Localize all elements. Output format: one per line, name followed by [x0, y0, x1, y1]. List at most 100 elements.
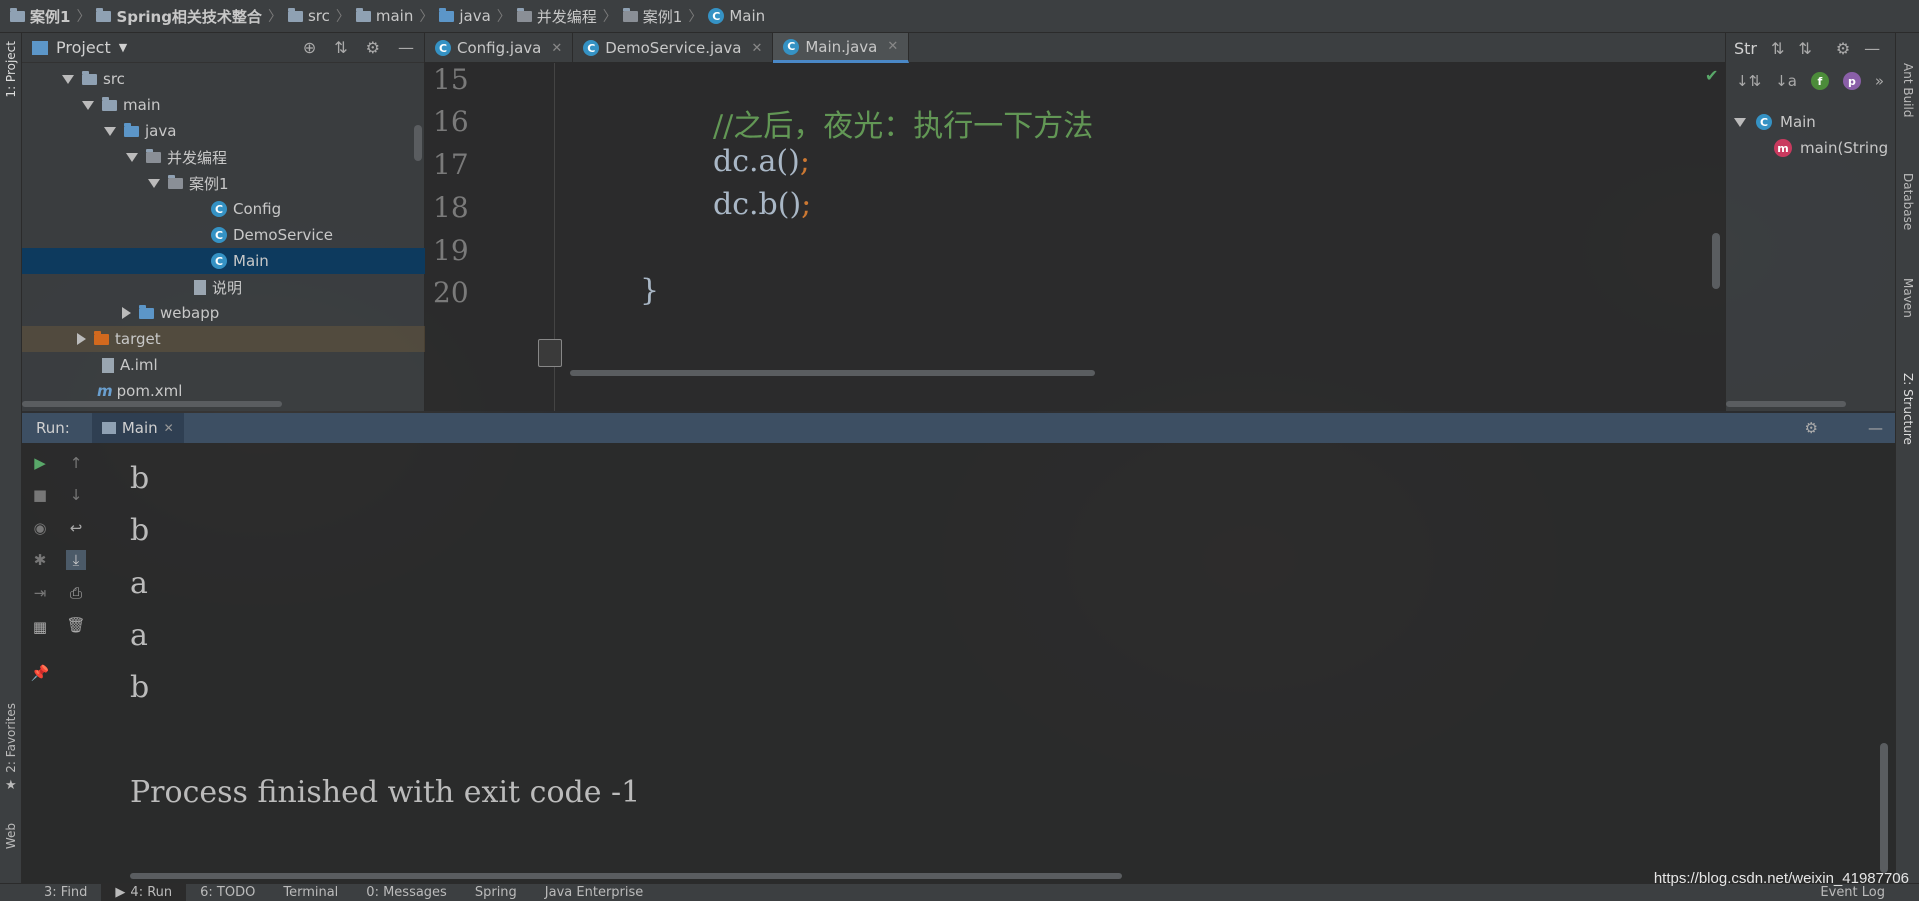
pin-icon[interactable]: 📌 — [30, 663, 50, 683]
expand-icon[interactable]: ⇅ — [1771, 39, 1784, 58]
structure-toolbar: ↓⇅ ↓a f p » — [1726, 63, 1895, 99]
tab-config-java[interactable]: C Config.java ✕ — [425, 33, 574, 63]
tree-item[interactable]: C DemoService — [22, 222, 425, 248]
tree-item-label: DemoService — [233, 226, 334, 244]
structure-item[interactable]: m main(String — [1774, 139, 1894, 157]
show-properties-icon[interactable]: p — [1842, 72, 1861, 90]
bottom-tab-label: 4: Run — [130, 885, 173, 900]
chevron-down-icon[interactable]: ▼ — [119, 41, 127, 54]
editor-tabs: C Config.java ✕ C DemoService.java ✕ C Main.j… — [425, 33, 1725, 63]
close-icon[interactable]: ✕ — [887, 39, 898, 54]
tab-project[interactable]: 1: Project — [4, 41, 18, 98]
breadcrumb-item[interactable]: 并发编程 — [516, 6, 597, 27]
tab-main-java[interactable]: C Main.java ✕ — [773, 33, 910, 63]
gear-icon[interactable]: ⚙ — [1836, 39, 1850, 58]
collapse-icon[interactable]: ⇅ — [334, 38, 347, 57]
tab-terminal[interactable]: Terminal — [269, 884, 352, 901]
structure-item[interactable]: C Main — [1734, 113, 1816, 131]
exit-icon[interactable]: ⇥ — [30, 583, 50, 603]
tree-item[interactable]: webapp — [22, 300, 425, 326]
tab-structure[interactable]: Z: Structure — [1901, 373, 1915, 445]
tab-spring[interactable]: Spring — [461, 884, 531, 901]
line-number: 20 — [433, 276, 469, 309]
folder-icon — [82, 70, 97, 85]
locate-icon[interactable]: ⊕ — [303, 38, 316, 57]
rerun-icon[interactable]: ▶ — [30, 453, 50, 473]
close-icon[interactable]: ✕ — [751, 41, 762, 56]
soft-wrap-icon[interactable]: ↩ — [66, 518, 86, 538]
sort-alpha-icon[interactable]: ↓a — [1775, 72, 1797, 90]
gear-icon[interactable]: ⚙ — [1805, 419, 1818, 437]
up-arrow-icon[interactable]: ↑ — [66, 453, 86, 473]
more-icon[interactable]: » — [1875, 72, 1884, 90]
collapse-icon[interactable]: ⇅ — [1798, 39, 1811, 58]
tab-java-enterprise[interactable]: Java Enterprise — [531, 884, 657, 901]
fold-marker[interactable] — [538, 339, 562, 367]
close-icon[interactable]: ✕ — [164, 421, 174, 435]
minimize-icon[interactable]: — — [1868, 419, 1883, 437]
tree-item[interactable]: 案例1 — [22, 170, 425, 196]
camera-icon[interactable]: ◉ — [30, 518, 50, 538]
scrollbar-vertical[interactable] — [1712, 233, 1720, 289]
scrollbar-horizontal[interactable] — [570, 370, 1095, 376]
breadcrumb-item[interactable]: main — [355, 7, 413, 25]
tree-item[interactable]: 说明 — [22, 274, 425, 300]
tab-find[interactable]: 3: Find — [30, 884, 101, 901]
tree-item-label: 案例1 — [189, 174, 229, 193]
class-icon: C — [211, 201, 227, 217]
breadcrumb-item[interactable]: src — [287, 7, 330, 25]
tree-item[interactable]: m pom.xml — [22, 378, 425, 403]
close-icon[interactable]: ✕ — [551, 41, 562, 56]
trash-icon[interactable]: 🗑 — [66, 615, 86, 635]
down-arrow-icon[interactable]: ↓ — [66, 485, 86, 505]
package-icon — [516, 7, 532, 22]
gear-icon[interactable]: ⚙ — [366, 38, 380, 57]
tree-item[interactable]: A.iml — [22, 352, 425, 378]
show-inherited-icon[interactable]: f — [1810, 72, 1829, 90]
tab-favorites[interactable]: 2: Favorites — [4, 703, 18, 773]
tree-item[interactable]: C Config — [22, 196, 425, 222]
project-panel-title[interactable]: Project — [56, 38, 111, 57]
tree-item[interactable]: src — [22, 66, 425, 92]
scrollbar-vertical[interactable] — [414, 125, 422, 161]
tab-demoservice-java[interactable]: C DemoService.java ✕ — [573, 33, 774, 63]
minimize-icon[interactable]: — — [1864, 39, 1880, 58]
debug-icon[interactable]: ✱ — [30, 550, 50, 570]
stop-icon[interactable]: ■ — [30, 485, 50, 505]
breadcrumb-item[interactable]: Spring相关技术整合 — [96, 6, 262, 27]
tab-run[interactable]: ▶ 4: Run — [101, 883, 187, 901]
tab-maven[interactable]: Maven — [1901, 278, 1915, 318]
scroll-to-end-icon[interactable]: ⤓ — [66, 550, 86, 570]
code-editor[interactable]: 15 16 17 18 19 20 //之后，夜光：执行一下方法 dc.a();… — [425, 63, 1725, 411]
breadcrumb-item[interactable]: C Main — [708, 7, 765, 25]
tab-todo[interactable]: 6: TODO — [186, 884, 269, 901]
scrollbar-vertical[interactable] — [1880, 743, 1888, 873]
breadcrumb-item[interactable]: java — [439, 7, 491, 25]
minimize-icon[interactable]: — — [398, 38, 414, 57]
tree-item[interactable]: 并发编程 — [22, 144, 425, 170]
run-tab-main[interactable]: Main ✕ — [91, 413, 184, 443]
tree-item[interactable]: target — [22, 326, 425, 352]
sort-visibility-icon[interactable]: ↓⇅ — [1736, 72, 1761, 90]
tab-database[interactable]: Database — [1901, 173, 1915, 230]
tab-web[interactable]: Web — [4, 823, 18, 849]
tree-item-label: main — [123, 96, 161, 114]
print-icon[interactable]: ⎙ — [66, 583, 86, 603]
tree-item-selected[interactable]: C Main — [22, 248, 425, 274]
tree-item-label: pom.xml — [116, 382, 183, 400]
breadcrumb-label: Main — [729, 7, 766, 25]
code-line-17: dc.a(); — [713, 144, 810, 179]
layout-icon[interactable]: ▦ — [30, 617, 50, 637]
breadcrumb-item[interactable]: 案例1 — [622, 6, 682, 27]
tree-item[interactable]: java — [22, 118, 425, 144]
breadcrumb-item[interactable]: 案例1 — [10, 6, 70, 27]
project-tree: src main java 并发编程 案例1 C Config C DemoServ… — [22, 63, 425, 403]
scrollbar-horizontal[interactable] — [1726, 401, 1846, 407]
tab-messages[interactable]: 0: Messages — [352, 884, 461, 901]
run-label: Run: — [36, 419, 70, 437]
tree-item[interactable]: main — [22, 92, 425, 118]
scrollbar-horizontal[interactable] — [130, 873, 1122, 879]
scrollbar-horizontal[interactable] — [22, 401, 282, 407]
tab-ant-build[interactable]: Ant Build — [1901, 63, 1915, 117]
left-tool-strip: 1: Project 2: Favorites ★ Web — [0, 33, 22, 883]
